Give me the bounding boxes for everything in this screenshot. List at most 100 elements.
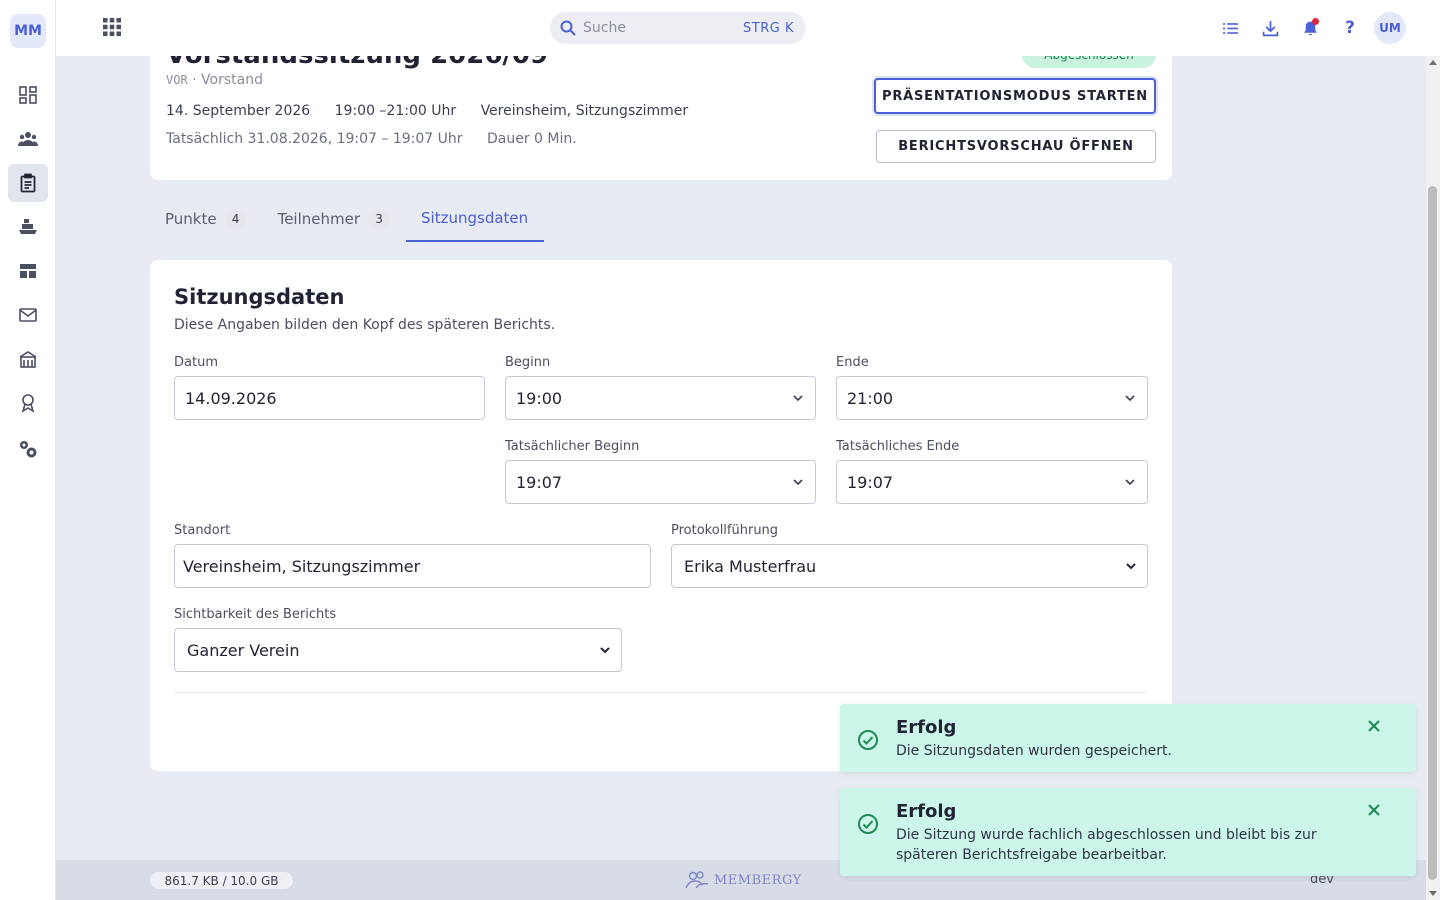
- settings-icon: [20, 441, 37, 458]
- open-report-preview-button[interactable]: BERICHTSVORSCHAU ÖFFNEN: [876, 130, 1156, 163]
- storage-usage: 861.7 KB / 10.0 GB: [150, 872, 293, 889]
- tab-sitzungsdaten[interactable]: Sitzungsdaten: [406, 196, 545, 242]
- minutes-label: Protokollführung: [671, 523, 779, 538]
- start-presentation-button[interactable]: PRÄSENTATIONSMODUS STARTEN: [874, 78, 1156, 114]
- minutes-select[interactable]: Erika Musterfrau: [671, 544, 1148, 588]
- visibility-select[interactable]: Ganzer Verein: [174, 628, 622, 672]
- layout-icon: [20, 264, 36, 278]
- tab-teilnehmer[interactable]: Teilnehmer 3: [263, 196, 406, 242]
- form-description: Diese Angaben bilden den Kopf des später…: [174, 317, 556, 333]
- date-value: 14.09.2026: [185, 388, 277, 408]
- date-label: Datum: [174, 355, 218, 370]
- toast-message: Die Sitzung wurde fachlich abgeschlossen…: [896, 827, 1317, 863]
- start-select[interactable]: 19:00: [505, 376, 816, 420]
- actual-start-select[interactable]: 19:07: [505, 460, 816, 504]
- board-code: VOR: [166, 73, 188, 87]
- tab-count: 4: [224, 209, 247, 229]
- meeting-board: VOR · Vorstand: [166, 72, 263, 88]
- help-button[interactable]: ?: [1330, 12, 1370, 44]
- sidebar-item-dashboard[interactable]: [8, 76, 48, 114]
- start-value: 19:00: [516, 388, 563, 408]
- end-select[interactable]: 21:00: [836, 376, 1148, 420]
- meeting-location: Vereinsheim, Sitzungszimmer: [480, 103, 689, 119]
- help-icon: ?: [1345, 18, 1355, 38]
- location-input[interactable]: Vereinsheim, Sitzungszimmer: [174, 544, 651, 588]
- sidebar-item-members[interactable]: [8, 120, 48, 158]
- check-circle-icon: [858, 730, 878, 750]
- app-logo[interactable]: MM: [10, 14, 46, 48]
- actual-start-label: Tatsächlicher Beginn: [505, 439, 640, 454]
- meeting-time: 19:00 –21:00 Uhr: [334, 103, 457, 119]
- notifications-button[interactable]: [1290, 12, 1330, 44]
- success-toast: Erfolg Die Sitzung wurde fachlich abgesc…: [840, 788, 1416, 876]
- actual-end-select[interactable]: 19:07: [836, 460, 1148, 504]
- sidebar-item-meetings[interactable]: [8, 164, 48, 202]
- meeting-tabs: Punkte 4 Teilnehmer 3 Sitzungsdaten: [150, 196, 545, 244]
- scroll-thumb[interactable]: [1428, 186, 1437, 880]
- downloads-button[interactable]: [1250, 12, 1290, 44]
- membergy-logo-icon: [685, 871, 709, 889]
- scroll-down-arrow[interactable]: [1429, 891, 1437, 896]
- tab-punkte[interactable]: Punkte 4: [150, 196, 263, 242]
- tab-label: Punkte: [165, 210, 217, 228]
- chevron-down-icon: [793, 479, 803, 486]
- success-toast: Erfolg Die Sitzungsdaten wurden gespeich…: [840, 704, 1416, 772]
- search-shortcut: STRG K: [743, 20, 794, 36]
- mail-icon: [19, 308, 37, 322]
- sidebar: MM: [0, 0, 56, 900]
- notification-dot: [1312, 18, 1319, 25]
- meeting-actual: Tatsächlich 31.08.2026, 19:07 – 19:07 Uh…: [166, 131, 597, 147]
- chevron-down-icon: [1125, 479, 1135, 486]
- form-title: Sitzungsdaten: [174, 285, 345, 309]
- visibility-value: Ganzer Verein: [187, 640, 300, 660]
- sidebar-item-award[interactable]: [8, 384, 48, 422]
- date-field[interactable]: 14.09.2026: [174, 376, 485, 420]
- scroll-up-arrow[interactable]: [1429, 60, 1437, 65]
- meeting-actual-time: Tatsächlich 31.08.2026, 19:07 – 19:07 Uh…: [166, 131, 463, 147]
- topbar: STRG K ? UM: [56, 0, 1440, 56]
- meetings-icon: [20, 173, 36, 193]
- start-label: Beginn: [505, 355, 551, 370]
- actual-end-label: Tatsächliches Ende: [836, 439, 960, 454]
- meeting-data-form: Sitzungsdaten Diese Angaben bilden den K…: [150, 260, 1172, 771]
- tab-label: Sitzungsdaten: [421, 209, 529, 227]
- sidebar-item-settings[interactable]: [8, 430, 48, 468]
- download-icon: [1262, 20, 1278, 36]
- minutes-value: Erika Musterfrau: [684, 556, 817, 576]
- location-value: Vereinsheim, Sitzungszimmer: [183, 556, 421, 576]
- meeting-schedule: 14. September 2026 19:00 –21:00 Uhr Vere…: [166, 103, 708, 119]
- meeting-date: 14. September 2026: [166, 103, 311, 119]
- location-label: Standort: [174, 523, 231, 538]
- sidebar-item-fleet[interactable]: [8, 208, 48, 246]
- check-circle-icon: [858, 814, 878, 834]
- topbar-actions: ? UM: [1210, 12, 1406, 44]
- board-separator: ·: [192, 72, 197, 88]
- chevron-down-icon: [793, 395, 803, 402]
- board-name: Vorstand: [201, 72, 263, 88]
- members-icon: [18, 132, 38, 146]
- form-divider: [174, 692, 1148, 693]
- toast-message: Die Sitzungsdaten wurden gespeichert.: [896, 743, 1172, 759]
- chevron-down-icon: [600, 647, 610, 654]
- tasks-button[interactable]: [1210, 12, 1250, 44]
- tab-count: 3: [368, 209, 391, 229]
- search-bar[interactable]: STRG K: [550, 12, 806, 44]
- fleet-icon: [19, 219, 37, 234]
- award-icon: [21, 394, 35, 413]
- toast-title: Erfolg: [896, 717, 957, 738]
- close-icon[interactable]: [1366, 802, 1382, 818]
- tab-label: Teilnehmer: [277, 210, 361, 228]
- page-scrollbar[interactable]: [1426, 56, 1440, 900]
- sidebar-item-mail[interactable]: [8, 296, 48, 334]
- end-value: 21:00: [847, 388, 894, 408]
- apps-grid-icon[interactable]: [102, 17, 122, 37]
- user-avatar[interactable]: UM: [1374, 12, 1406, 44]
- close-icon[interactable]: [1366, 718, 1382, 734]
- chevron-down-icon: [1125, 395, 1135, 402]
- brand-logo: MEMBERGY: [684, 870, 802, 890]
- sidebar-item-layout[interactable]: [8, 252, 48, 290]
- sidebar-item-building[interactable]: [8, 340, 48, 378]
- search-input[interactable]: [583, 20, 733, 36]
- dashboard-icon: [19, 86, 37, 104]
- brand-name: MEMBERGY: [714, 872, 802, 888]
